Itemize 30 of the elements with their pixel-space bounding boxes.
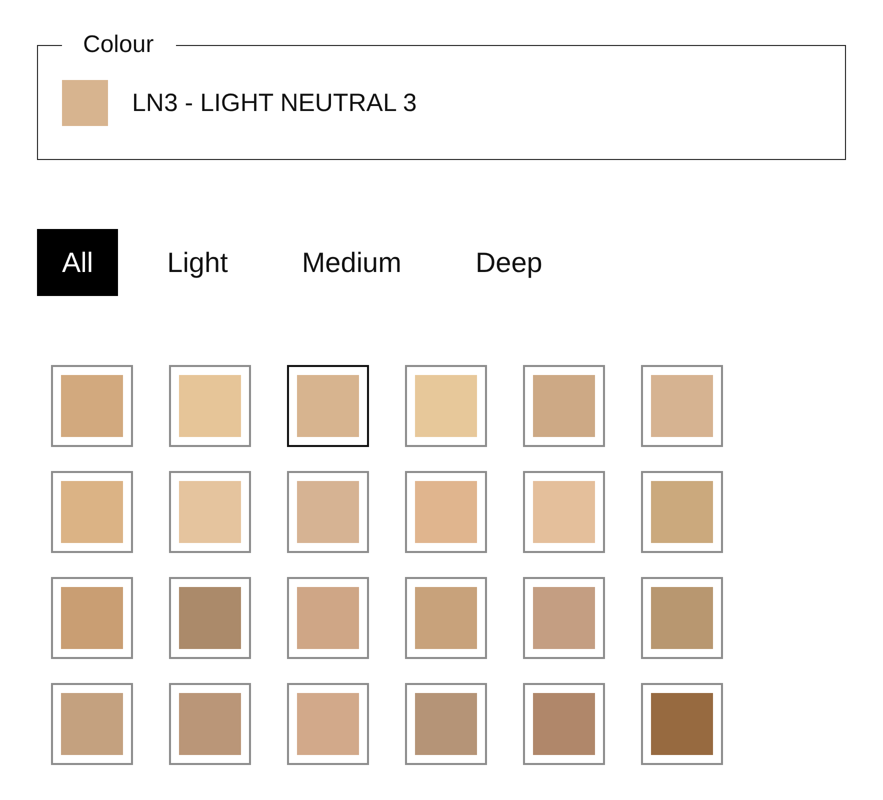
shade-tile[interactable] xyxy=(523,365,605,447)
shade-tile[interactable] xyxy=(51,683,133,765)
filter-tab[interactable]: All xyxy=(37,229,118,296)
shade-tile[interactable] xyxy=(405,577,487,659)
shade-tile[interactable] xyxy=(405,471,487,553)
shade-tile[interactable] xyxy=(169,683,251,765)
shade-tile[interactable] xyxy=(523,577,605,659)
shade-tile[interactable] xyxy=(523,683,605,765)
shade-tile[interactable] xyxy=(51,577,133,659)
shade-tile[interactable] xyxy=(169,471,251,553)
shade-tile[interactable] xyxy=(287,683,369,765)
shade-tile[interactable] xyxy=(169,365,251,447)
shade-tile[interactable] xyxy=(51,471,133,553)
shade-tile[interactable] xyxy=(523,471,605,553)
filter-tab[interactable]: Deep xyxy=(450,229,568,296)
selected-shade-label: LN3 - LIGHT NEUTRAL 3 xyxy=(132,88,417,118)
shade-tile[interactable] xyxy=(405,365,487,447)
shade-tile[interactable] xyxy=(641,471,723,553)
shade-tile[interactable] xyxy=(405,683,487,765)
section-legend: Colour xyxy=(62,31,176,59)
shade-tile[interactable] xyxy=(641,577,723,659)
shade-tile[interactable] xyxy=(169,577,251,659)
shade-tile[interactable] xyxy=(287,471,369,553)
filter-tab[interactable]: Light xyxy=(142,229,253,296)
shade-tile[interactable] xyxy=(641,365,723,447)
shade-tile[interactable] xyxy=(287,365,369,447)
filter-tab[interactable]: Medium xyxy=(276,229,426,296)
shade-tile[interactable] xyxy=(641,683,723,765)
shade-tile[interactable] xyxy=(287,577,369,659)
shade-tile[interactable] xyxy=(51,365,133,447)
